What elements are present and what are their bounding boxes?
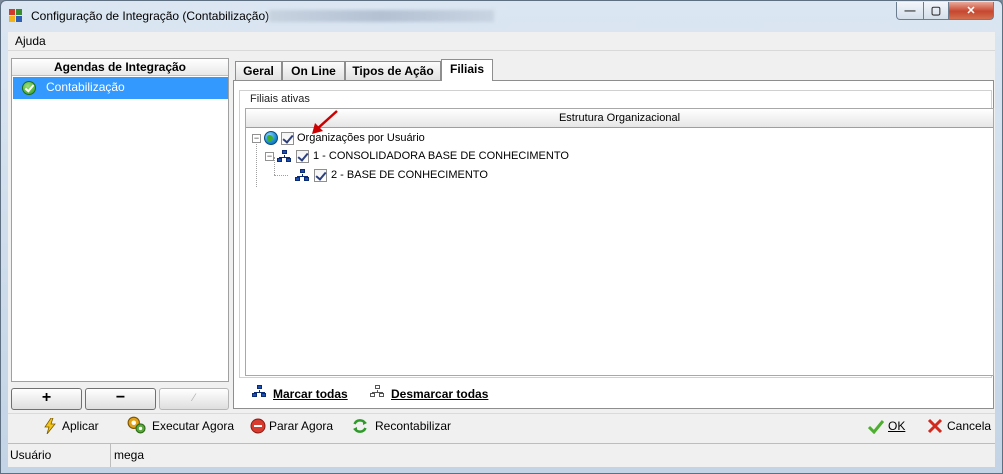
tab-on-line[interactable]: On Line bbox=[282, 61, 345, 80]
remove-schedule-button[interactable]: − bbox=[85, 388, 156, 410]
app-icon bbox=[9, 9, 23, 23]
menu-bar: Ajuda bbox=[8, 32, 995, 51]
base-checkbox[interactable] bbox=[314, 169, 327, 182]
tab-filiais[interactable]: Filiais bbox=[441, 59, 493, 81]
unmark-all-link[interactable]: Desmarcar todas bbox=[391, 387, 488, 401]
x-icon bbox=[927, 418, 943, 434]
title-bar[interactable]: Configuração de Integração (Contabilizaç… bbox=[1, 1, 1002, 31]
status-value: mega bbox=[114, 448, 145, 462]
org-chart-icon bbox=[277, 150, 292, 163]
org-chart-outline-icon bbox=[370, 385, 385, 398]
maximize-button[interactable]: ▢ bbox=[923, 2, 949, 20]
mark-all-link[interactable]: Marcar todas bbox=[273, 387, 348, 401]
stop-icon bbox=[250, 418, 266, 434]
schedule-list: Agendas de Integração Contabilização bbox=[11, 58, 229, 382]
filiais-fieldset: Filiais ativas Estrutura Organizacional … bbox=[239, 90, 994, 378]
tree-node-base[interactable]: 2 - BASE DE CONHECIMENTO bbox=[246, 167, 646, 184]
filiais-legend: Filiais ativas bbox=[248, 93, 312, 105]
org-tree: Estrutura Organizacional − Organizações … bbox=[245, 108, 994, 376]
schedule-list-header: Agendas de Integração bbox=[12, 59, 228, 76]
schedule-item-label: Contabilização bbox=[46, 80, 125, 94]
status-label: Usuário bbox=[8, 444, 111, 467]
status-bar: Usuário mega bbox=[8, 443, 995, 467]
org-chart-icon bbox=[252, 385, 267, 398]
org-chart-icon bbox=[295, 169, 310, 182]
tree-node-consolidadora[interactable]: − 1 - CONSOLIDADORA BASE DE CONHECIMENTO bbox=[246, 148, 646, 165]
filiais-panel: Filiais ativas Estrutura Organizacional … bbox=[233, 80, 994, 409]
edit-schedule-button[interactable]: ⁄ bbox=[159, 388, 229, 410]
lightning-icon bbox=[44, 418, 56, 434]
client-area: Agendas de Integração Contabilização + −… bbox=[8, 51, 995, 467]
minimize-button[interactable]: — bbox=[896, 2, 924, 20]
globe-icon bbox=[264, 131, 278, 145]
checkmark-icon bbox=[868, 420, 884, 434]
tree-node-root[interactable]: − Organizações por Usuário bbox=[246, 130, 646, 147]
redacted-title-region bbox=[269, 10, 494, 22]
collapse-toggle[interactable]: − bbox=[265, 152, 274, 161]
add-schedule-button[interactable]: + bbox=[11, 388, 82, 410]
check-circle-icon bbox=[22, 81, 36, 95]
root-checkbox[interactable] bbox=[281, 132, 294, 145]
annotation-arrow-icon bbox=[312, 110, 338, 134]
action-bar: Aplicar Executar Agora Parar Agora Recon… bbox=[8, 413, 995, 437]
menu-ajuda[interactable]: Ajuda bbox=[15, 34, 46, 48]
selection-links: Marcar todas Desmarcar todas bbox=[233, 383, 633, 403]
tab-tipos-de-acao[interactable]: Tipos de Ação bbox=[345, 61, 441, 80]
tree-node-label: 1 - CONSOLIDADORA BASE DE CONHECIMENTO bbox=[313, 150, 569, 162]
tree-column-header[interactable]: Estrutura Organizacional bbox=[246, 109, 993, 128]
tree-node-label: 2 - BASE DE CONHECIMENTO bbox=[331, 169, 488, 181]
tab-geral[interactable]: Geral bbox=[235, 61, 282, 80]
close-button[interactable]: ✕ bbox=[948, 2, 994, 20]
collapse-toggle[interactable]: − bbox=[252, 134, 261, 143]
window-title: Configuração de Integração (Contabilizaç… bbox=[31, 9, 270, 23]
consolidadora-checkbox[interactable] bbox=[296, 150, 309, 163]
schedule-item-contabilizacao[interactable]: Contabilização bbox=[13, 77, 228, 99]
refresh-icon bbox=[353, 419, 367, 433]
gears-icon bbox=[127, 416, 146, 434]
window: Configuração de Integração (Contabilizaç… bbox=[0, 0, 1003, 474]
